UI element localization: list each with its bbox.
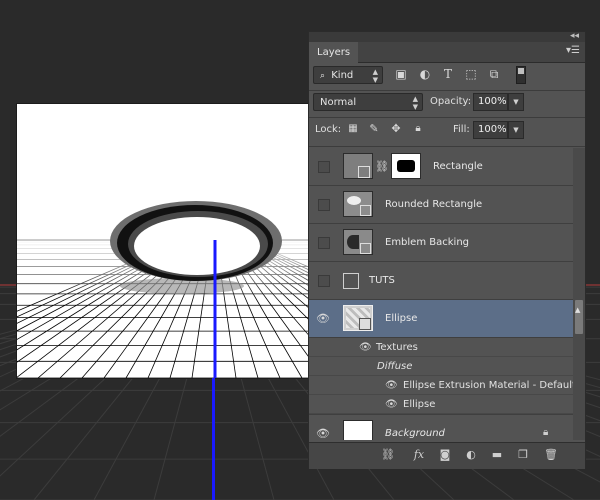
layer-list-scrollbar[interactable]: ▲ [573, 148, 585, 440]
layer-row-tuts[interactable]: TUTS [309, 262, 573, 300]
textures-label: Textures [376, 342, 418, 353]
visibility-toggle[interactable] [318, 161, 330, 173]
link-icon[interactable]: ⛓ [375, 160, 389, 173]
eye-icon[interactable]: 👁︎ [316, 312, 330, 326]
3d-layer-icon [343, 273, 359, 289]
ring-hole [134, 217, 260, 275]
layer-row-rounded-rectangle[interactable]: Rounded Rectangle [309, 186, 573, 224]
eye-icon[interactable]: 👁︎ [385, 398, 398, 411]
adjustment-filter-icon[interactable]: ◐ [417, 66, 433, 82]
fill-flyout-button[interactable]: ▼ [508, 121, 524, 139]
3d-layer-thumbnail [343, 305, 373, 331]
filter-toggle-icon[interactable] [516, 66, 526, 84]
diffuse-row: Diffuse [309, 357, 573, 376]
lock-pixels-brush-icon[interactable]: ✎ [366, 121, 382, 137]
filter-row: ⌕ Kind ▲ ▼ ▣ ◐ T ⬚ ⧉ [309, 66, 585, 86]
lock-position-icon[interactable]: ✥ [388, 121, 404, 137]
fill-label: Fill: [453, 124, 470, 135]
eye-icon[interactable]: 👁︎ [316, 427, 330, 440]
link-layers-icon[interactable]: ⛓ [379, 447, 397, 463]
ellipse-texture-row[interactable]: 👁︎ Ellipse [309, 395, 573, 414]
lock-label: Lock: [315, 124, 342, 135]
spinner-arrows-icon: ▲ ▼ [412, 95, 418, 111]
diffuse-label: Diffuse [377, 361, 413, 372]
visibility-toggle[interactable] [318, 275, 330, 287]
separator [309, 90, 585, 91]
image-filter-icon[interactable]: ▣ [393, 66, 409, 82]
layer-name: TUTS [369, 275, 395, 286]
lock-row: Lock: ▦ ✎ ✥ 🔒︎ Fill: 100% ▼ [309, 121, 585, 141]
visibility-toggle[interactable] [318, 237, 330, 249]
canvas-scene [17, 201, 308, 378]
smart-object-thumbnail [343, 191, 373, 217]
separator [309, 146, 585, 147]
blend-row: Normal ▲ ▼ Opacity: 100% ▼ [309, 93, 585, 113]
collapse-panel-icon[interactable]: ◂◂ [570, 30, 579, 42]
layer-name: Emblem Backing [385, 237, 469, 248]
shape-filter-icon[interactable]: ⬚ [463, 66, 479, 82]
visibility-toggle[interactable] [318, 199, 330, 211]
layer-name: Rectangle [433, 161, 483, 172]
adjustment-layer-icon[interactable]: ◐ [462, 447, 480, 463]
shape-layer-thumbnail [343, 153, 373, 179]
separator [309, 117, 585, 118]
new-layer-icon[interactable]: ❐ [514, 447, 532, 463]
layer-row-emblem-backing[interactable]: Emblem Backing [309, 224, 573, 262]
eye-icon[interactable]: 👁︎ [385, 379, 398, 392]
spinner-arrows-icon: ▲ ▼ [372, 68, 378, 84]
material-label: Ellipse Extrusion Material - Default... [403, 380, 573, 391]
scroll-up-icon[interactable]: ▲ [575, 306, 580, 314]
textures-row[interactable]: 👁︎ Textures [309, 338, 573, 357]
filter-kind-label: Kind [331, 70, 354, 81]
delete-layer-icon[interactable]: 🗑︎ [542, 447, 560, 463]
smart-object-thumbnail [343, 229, 373, 255]
filter-kind-select[interactable]: ⌕ Kind ▲ ▼ [313, 66, 383, 84]
layers-footer: ⛓ fx ◙ ◐ ▬ ❐ 🗑︎ [309, 442, 585, 469]
opacity-label: Opacity: [430, 96, 472, 107]
search-icon: ⌕ [320, 71, 326, 81]
material-texture-row[interactable]: 👁︎ Ellipse Extrusion Material - Default.… [309, 376, 573, 395]
layer-name: Background [385, 428, 445, 439]
layer-mask-icon[interactable]: ◙ [436, 447, 454, 463]
blend-mode-select[interactable]: Normal ▲ ▼ [313, 93, 423, 111]
lock-transparency-icon[interactable]: ▦ [345, 121, 361, 137]
z-axis-extension [212, 378, 215, 500]
panel-topbar: ◂◂ [309, 30, 585, 42]
layer-name: Rounded Rectangle [385, 199, 483, 210]
background-thumbnail [343, 420, 373, 440]
fill-input[interactable]: 100% [473, 121, 508, 139]
document-canvas[interactable] [17, 104, 308, 378]
layer-row-ellipse[interactable]: 👁︎ Ellipse [309, 300, 573, 338]
new-group-icon[interactable]: ▬ [488, 447, 506, 463]
layers-panel: ◂◂ Layers ▾☰ ⌕ Kind ▲ ▼ ▣ ◐ T ⬚ ⧉ Normal … [308, 31, 586, 469]
layer-style-icon[interactable]: fx [410, 447, 428, 463]
lock-all-icon[interactable]: 🔒︎ [410, 121, 426, 137]
lock-icon: 🔒︎ [543, 427, 549, 438]
blend-mode-value: Normal [320, 97, 357, 108]
layer-list: ⛓ Rectangle Rounded Rectangle Emblem Bac… [309, 148, 573, 440]
smart-object-filter-icon[interactable]: ⧉ [486, 66, 502, 82]
eye-icon[interactable]: 👁︎ [359, 341, 372, 354]
tab-layers[interactable]: Layers [309, 42, 359, 63]
vector-mask-thumbnail [391, 153, 421, 179]
layer-row-background[interactable]: 👁︎ Background 🔒︎ [309, 414, 573, 440]
opacity-input[interactable]: 100% [473, 93, 508, 111]
layer-row-rectangle[interactable]: ⛓ Rectangle [309, 148, 573, 186]
ellipse-texture-label: Ellipse [403, 399, 436, 410]
type-filter-icon[interactable]: T [440, 66, 456, 82]
chevron-down-icon: ▼ [513, 98, 519, 106]
chevron-down-icon: ▼ [513, 126, 519, 134]
shape-badge-icon [358, 166, 370, 178]
opacity-flyout-button[interactable]: ▼ [508, 93, 524, 111]
panel-menu-icon[interactable]: ▾☰ [566, 45, 580, 57]
layer-name: Ellipse [385, 313, 418, 324]
panel-tab-row: Layers ▾☰ [309, 42, 585, 63]
